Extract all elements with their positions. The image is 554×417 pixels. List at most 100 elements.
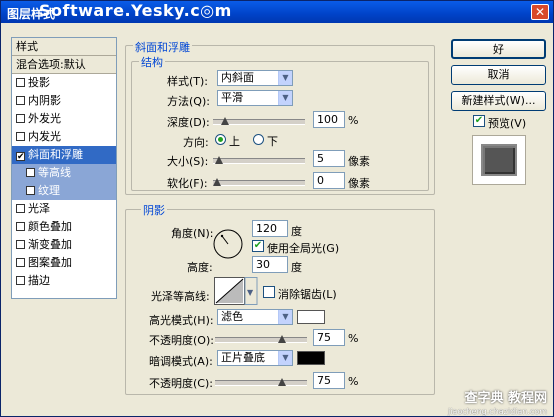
depth-input[interactable]: 100	[313, 111, 345, 128]
sidebar-item[interactable]: 图案叠加	[12, 254, 116, 272]
shading-title: 阴影	[141, 202, 167, 218]
sidebar-item-label: 渐变叠加	[28, 238, 72, 251]
sidebar-item[interactable]: 样式	[12, 38, 116, 56]
altitude-unit: 度	[291, 261, 302, 274]
angle-dial[interactable]	[212, 228, 244, 260]
sidebar-item[interactable]: 光泽	[12, 200, 116, 218]
size-slider[interactable]	[213, 156, 305, 166]
ok-button[interactable]: 好	[451, 39, 546, 59]
sidebar-item-label: 描边	[28, 274, 50, 287]
sidebar-item[interactable]: 纹理	[12, 182, 116, 200]
sidebar-item-label: 等高线	[38, 166, 71, 179]
sidebar-checkbox[interactable]	[16, 204, 25, 213]
sidebar-checkbox[interactable]	[16, 96, 25, 105]
preview-swatch	[481, 144, 517, 176]
new-style-button[interactable]: 新建样式(W)...	[451, 91, 546, 111]
highlight-opacity-unit: %	[348, 332, 359, 345]
direction-up-radio[interactable]	[215, 134, 226, 145]
sidebar-item-label: 颜色叠加	[28, 220, 72, 233]
sidebar-item[interactable]: 等高线	[12, 164, 116, 182]
sidebar-checkbox[interactable]	[16, 114, 25, 123]
svg-text:▼: ▼	[247, 288, 254, 297]
chevron-down-icon: ▼	[278, 71, 292, 85]
sidebar-checkbox[interactable]	[16, 276, 25, 285]
gloss-contour-picker[interactable]: ▼	[214, 277, 258, 305]
sidebar-item-label: 样式	[16, 40, 38, 53]
sidebar-item-label: 纹理	[38, 184, 60, 197]
highlight-mode-select[interactable]: 滤色 ▼	[217, 309, 293, 325]
style-preview	[472, 135, 526, 185]
shadow-opacity-unit: %	[348, 375, 359, 388]
sidebar-item[interactable]: 投影	[12, 74, 116, 92]
sidebar-item[interactable]: 内发光	[12, 128, 116, 146]
direction-down-radio[interactable]	[253, 134, 264, 145]
sidebar-item[interactable]: 颜色叠加	[12, 218, 116, 236]
size-input[interactable]: 5	[313, 150, 345, 167]
structure-title: 结构	[139, 54, 165, 70]
gloss-contour-label: 光泽等高线:	[151, 290, 210, 303]
highlight-opacity-slider[interactable]	[215, 335, 307, 345]
altitude-label: 高度:	[187, 261, 213, 274]
soften-slider[interactable]	[213, 178, 305, 188]
anti-alias-checkbox[interactable]	[263, 286, 275, 298]
sidebar-item[interactable]: 内阴影	[12, 92, 116, 110]
preview-label: 预览(V)	[488, 117, 527, 130]
chevron-down-icon: ▼	[278, 351, 292, 365]
highlight-mode-label: 高光模式(H):	[149, 314, 214, 327]
sidebar-checkbox[interactable]	[16, 240, 25, 249]
sidebar-item[interactable]: 渐变叠加	[12, 236, 116, 254]
shadow-color-swatch[interactable]	[297, 351, 325, 365]
sidebar-item-label: 内阴影	[28, 94, 61, 107]
soften-label: 软化(F):	[167, 177, 208, 190]
technique-select[interactable]: 平滑 ▼	[217, 90, 293, 106]
sidebar-checkbox[interactable]	[16, 132, 25, 141]
depth-slider-thumb[interactable]	[221, 117, 229, 127]
shadow-opacity-slider[interactable]	[215, 378, 307, 388]
shadow-mode-select[interactable]: 正片叠底 ▼	[217, 350, 293, 366]
watermark-bottom-url: jiaocheng.chazidian.com	[447, 407, 547, 416]
sidebar-checkbox[interactable]	[26, 168, 35, 177]
shadow-opacity-input[interactable]: 75	[313, 372, 345, 389]
highlight-opacity-label: 不透明度(O):	[149, 334, 214, 347]
sidebar-item-label: 外发光	[28, 112, 61, 125]
chevron-down-icon: ▼	[278, 91, 292, 105]
global-light-checkbox[interactable]: ✔	[252, 240, 264, 252]
sidebar-item[interactable]: ✔ 斜面和浮雕	[12, 146, 116, 164]
highlight-opacity-thumb[interactable]	[278, 335, 286, 345]
preview-checkbox[interactable]: ✔	[473, 115, 485, 127]
size-slider-thumb[interactable]	[215, 156, 223, 166]
sidebar-item[interactable]: 外发光	[12, 110, 116, 128]
technique-label: 方法(Q):	[167, 95, 210, 108]
sidebar-checkbox[interactable]	[16, 78, 25, 87]
depth-unit: %	[348, 114, 359, 127]
highlight-opacity-input[interactable]: 75	[313, 329, 345, 346]
angle-unit: 度	[291, 225, 302, 238]
sidebar-checkbox[interactable]: ✔	[16, 152, 25, 162]
title-bar: 图层样式 Software.Yesky.c◎m ✕	[1, 1, 553, 23]
sidebar-item[interactable]: 混合选项:默认	[12, 56, 116, 74]
bevel-emboss-title: 斜面和浮雕	[133, 39, 192, 55]
style-select[interactable]: 内斜面 ▼	[217, 70, 293, 86]
angle-input[interactable]: 120	[252, 220, 288, 237]
sidebar-checkbox[interactable]	[16, 222, 25, 231]
highlight-color-swatch[interactable]	[297, 310, 325, 324]
close-button[interactable]: ✕	[531, 4, 549, 20]
sidebar-item-label: 图案叠加	[28, 256, 72, 269]
soften-unit: 像素	[348, 177, 370, 190]
global-light-label: 使用全局光(G)	[267, 242, 340, 255]
altitude-input[interactable]: 30	[252, 256, 288, 273]
shadow-opacity-thumb[interactable]	[278, 378, 286, 388]
soften-input[interactable]: 0	[313, 172, 345, 189]
style-list: 样式混合选项:默认投影内阴影外发光内发光 ✔ 斜面和浮雕等高线纹理光泽颜色叠加渐变叠…	[11, 37, 117, 299]
sidebar-item[interactable]: 描边	[12, 272, 116, 290]
sidebar-item-label: 投影	[28, 76, 50, 89]
watermark-bottom: 查字典 教程网	[464, 391, 547, 406]
sidebar-checkbox[interactable]	[16, 258, 25, 267]
depth-slider[interactable]	[213, 117, 305, 127]
direction-up-label: 上	[229, 135, 240, 148]
chevron-down-icon: ▼	[278, 310, 292, 324]
soften-slider-thumb[interactable]	[213, 178, 221, 188]
depth-label: 深度(D):	[167, 116, 210, 129]
cancel-button[interactable]: 取消	[451, 65, 546, 85]
sidebar-checkbox[interactable]	[26, 186, 35, 195]
